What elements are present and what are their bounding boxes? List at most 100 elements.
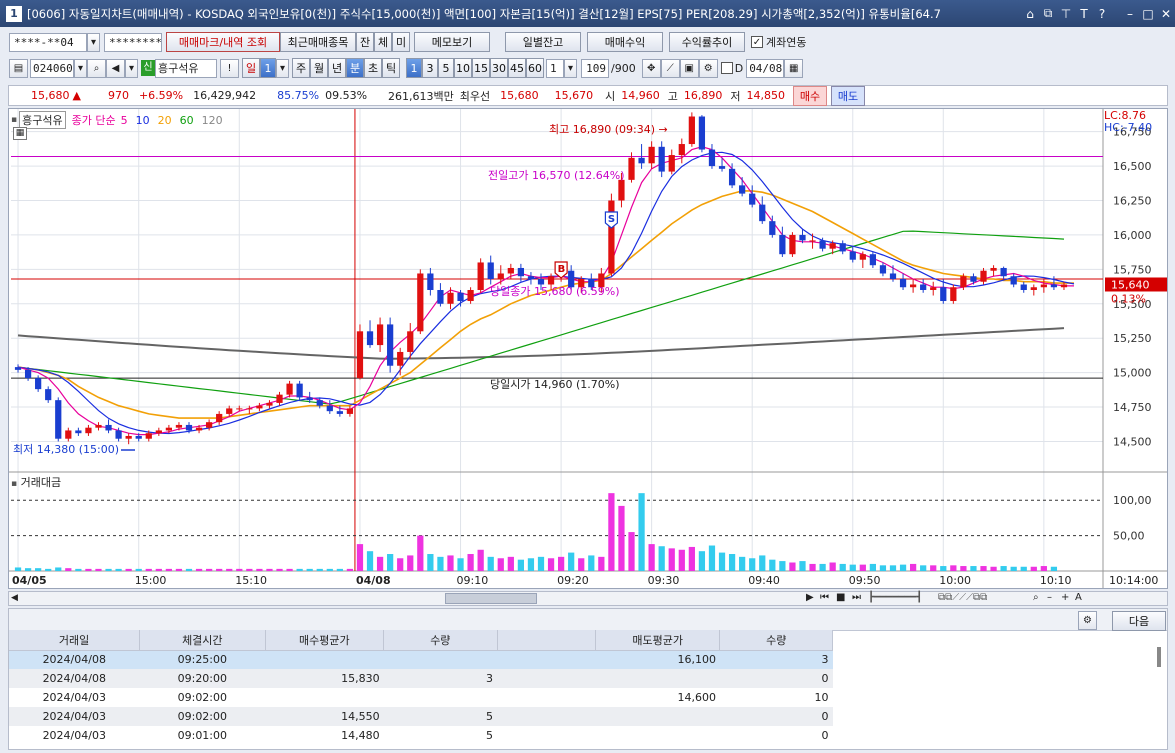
alert-icon[interactable]: ! (220, 58, 239, 78)
period-second-button[interactable]: 초 (364, 58, 382, 78)
password-field[interactable]: ******** (104, 32, 162, 52)
next-page-button[interactable]: 다음 (1112, 611, 1166, 631)
d-checkbox[interactable] (720, 62, 733, 74)
draw-line-icon[interactable]: ⟋ (660, 58, 680, 78)
stock-name-field[interactable]: 흥구석유 (155, 58, 217, 78)
question-icon[interactable]: ? (1093, 7, 1111, 21)
executed-button[interactable]: 체 (374, 32, 392, 52)
search-icon[interactable]: ⌕ (87, 58, 106, 78)
jump-last-icon[interactable]: ⏭ (852, 592, 868, 603)
volume-bar (276, 568, 283, 571)
candle-body (739, 185, 746, 194)
chart-settings-icon[interactable]: ▤ (9, 58, 28, 78)
chart-scrollbar[interactable]: ◀ ▶ ⏮ ■ ⏭ ┣━━━━━━━┫ ⧉⧉⟋⟋⟋⧉⧉ ⌕ – + A (8, 591, 1168, 606)
save-icon[interactable]: ▣ (679, 58, 699, 78)
date-field[interactable]: 04/08 (746, 58, 785, 78)
table-settings-icon[interactable]: ⚙ (1078, 611, 1097, 630)
interval-field[interactable]: 1 (546, 58, 564, 78)
table-cell: 3 (821, 653, 829, 667)
column-header[interactable]: 수량 (383, 630, 498, 651)
grid-toggle-icon[interactable]: ▦ (13, 127, 27, 140)
account-field[interactable]: ****-**04 (9, 32, 87, 52)
close-icon[interactable]: ✕ (1157, 7, 1175, 21)
sound-icon[interactable]: ◀ (106, 58, 125, 78)
quote-low-label: 저 (730, 89, 741, 103)
zoom-slider[interactable]: ┣━━━━━━━┫ (868, 592, 938, 603)
column-header[interactable]: 매수평균가 (265, 630, 385, 651)
account-link-label: 계좌연동 (766, 36, 807, 49)
interval-5-button[interactable]: 5 (438, 58, 454, 78)
crosshair-icon[interactable]: ✥ (641, 58, 661, 78)
period-dropdown-icon[interactable]: ▾ (276, 58, 289, 78)
table-row[interactable]: 2024/04/03 09:01:00 14,480 5 0 (9, 726, 833, 745)
window-icon[interactable]: ⧉ (1039, 6, 1057, 21)
sell-button[interactable]: 매도 (831, 85, 866, 106)
scroll-thumb[interactable] (445, 593, 537, 604)
profit-rate-button[interactable]: 수익률추이 (669, 32, 745, 52)
chart-panel[interactable]: 16,750 16,500 16,250 16,000 15,750 15,500 15,2… (8, 108, 1168, 589)
zoom-search-icon[interactable]: ⌕ (1033, 592, 1047, 603)
count-field[interactable]: 109 (581, 58, 609, 78)
account-link-checkbox[interactable]: ✓ 계좌연동 (751, 34, 806, 50)
code-field[interactable]: 024060 (30, 58, 74, 78)
recent-trades-button[interactable]: 최근매매종목 (280, 32, 356, 52)
stop-icon[interactable]: ■ (836, 592, 852, 603)
interval-60-button[interactable]: 60 (526, 58, 544, 78)
font-size-icon[interactable]: A (1075, 592, 1087, 603)
candle-body (397, 351, 404, 366)
interval-1-button[interactable]: 1 (406, 58, 422, 78)
sound-dropdown-icon[interactable]: ▾ (125, 58, 138, 78)
drawing-tools-icon[interactable]: ⧉⧉⟋⟋⟋⧉⧉ (938, 592, 1033, 603)
scroll-right-icon[interactable]: ▶ (806, 592, 820, 603)
column-header[interactable] (497, 630, 596, 651)
calendar-icon[interactable]: ▦ (784, 58, 804, 78)
zoom-in-icon[interactable]: + (1061, 592, 1075, 603)
table-row[interactable]: 2024/04/03 09:02:00 14,600 10 (9, 688, 833, 707)
interval-10-button[interactable]: 10 (454, 58, 472, 78)
buy-button[interactable]: 매수 (793, 85, 828, 106)
period-year-button[interactable]: 년 (328, 58, 346, 78)
period-day-button[interactable]: 일 (242, 58, 260, 78)
column-header[interactable]: 체결시간 (139, 630, 266, 651)
scroll-left-icon[interactable]: ◀ (11, 593, 18, 603)
column-header[interactable]: 수량 (719, 630, 833, 651)
column-header[interactable]: 매도평균가 (595, 630, 721, 651)
interval-45-button[interactable]: 45 (508, 58, 526, 78)
candle-body (437, 290, 444, 304)
code-dropdown-icon[interactable]: ▾ (74, 58, 87, 78)
checkbox-check-icon[interactable]: ✓ (751, 36, 763, 48)
marks-query-button[interactable]: 매매마크/내역 조회 (166, 32, 280, 52)
interval-dropdown-icon[interactable]: ▾ (564, 58, 577, 78)
help-icon[interactable]: ⌂ (1021, 7, 1039, 21)
volume-bar (457, 558, 464, 571)
period-tick-button[interactable]: 틱 (382, 58, 400, 78)
candle-body (728, 168, 736, 186)
column-header[interactable]: 거래일 (9, 630, 141, 651)
interval-30-button[interactable]: 30 (490, 58, 508, 78)
interval-15-button[interactable]: 15 (472, 58, 490, 78)
maximize-icon[interactable]: □ (1139, 7, 1157, 21)
jump-first-icon[interactable]: ⏮ (820, 592, 836, 603)
balance-button[interactable]: 잔 (356, 32, 374, 52)
period-week-button[interactable]: 주 (292, 58, 310, 78)
zoom-out-icon[interactable]: – (1047, 592, 1061, 603)
period-minute-button[interactable]: 분 (346, 58, 364, 78)
gear-icon[interactable]: ⚙ (698, 58, 718, 78)
price-chart-svg[interactable]: 16,75016,50016,25016,00015,75015,50015,2… (9, 109, 1167, 588)
account-dropdown-icon[interactable]: ▾ (87, 32, 100, 52)
font-icon[interactable]: T (1075, 7, 1093, 21)
period-day-value[interactable]: 1 (260, 58, 276, 78)
table-row[interactable]: 2024/04/03 09:02:00 14,550 5 0 (9, 707, 833, 726)
table-row[interactable]: 2024/04/08 09:25:00 16,100 3 (9, 650, 833, 669)
unfilled-button[interactable]: 미 (392, 32, 410, 52)
volume-bar (24, 568, 32, 571)
table-scroll-thumb[interactable] (1157, 647, 1161, 667)
table-row[interactable]: 2024/04/08 09:20:00 15,830 3 0 (9, 669, 833, 688)
memo-button[interactable]: 메모보기 (414, 32, 490, 52)
minimize-icon[interactable]: – (1121, 7, 1139, 21)
trade-profit-button[interactable]: 매매수익 (587, 32, 663, 52)
interval-3-button[interactable]: 3 (422, 58, 438, 78)
daily-balance-button[interactable]: 일별잔고 (505, 32, 581, 52)
pin-icon[interactable]: ⊤ (1057, 7, 1075, 21)
period-month-button[interactable]: 월 (310, 58, 328, 78)
